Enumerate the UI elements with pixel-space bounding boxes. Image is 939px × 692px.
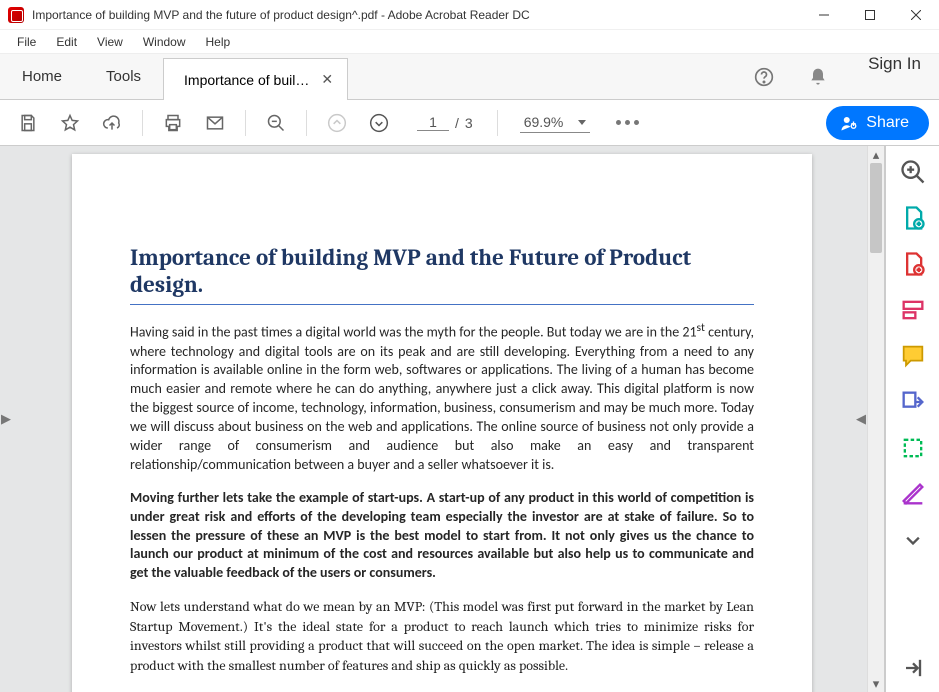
minimize-button[interactable] xyxy=(801,0,847,30)
save-icon[interactable] xyxy=(10,105,46,141)
zoom-select[interactable]: 69.9% xyxy=(520,112,590,133)
scroll-up-icon[interactable]: ▴ xyxy=(868,146,884,163)
collapse-panel-icon[interactable] xyxy=(899,654,927,682)
more-icon[interactable] xyxy=(610,105,646,141)
bell-icon[interactable] xyxy=(800,59,836,95)
menubar: File Edit View Window Help xyxy=(0,30,939,54)
tab-document-label: Importance of buil… xyxy=(184,72,309,88)
title-underline xyxy=(130,304,754,305)
window-title: Importance of building MVP and the futur… xyxy=(32,8,801,22)
vertical-scrollbar[interactable]: ▴ ▾ xyxy=(867,146,884,692)
menu-help[interactable]: Help xyxy=(197,33,240,51)
share-label: Share xyxy=(866,114,909,132)
window-controls xyxy=(801,0,939,30)
left-panel-toggle[interactable]: ▶ xyxy=(0,399,12,439)
doc-para-1: Having said in the past times a digital … xyxy=(130,321,754,475)
star-icon[interactable] xyxy=(52,105,88,141)
page-total: 3 xyxy=(465,115,473,131)
page-up-icon[interactable] xyxy=(319,105,355,141)
share-button[interactable]: Share xyxy=(826,106,929,140)
menu-window[interactable]: Window xyxy=(134,33,195,51)
page-down-icon[interactable] xyxy=(361,105,397,141)
tab-tools[interactable]: Tools xyxy=(84,54,163,99)
workspace: ▶ Importance of building MVP and the Fut… xyxy=(0,146,939,692)
close-button[interactable] xyxy=(893,0,939,30)
search-icon[interactable] xyxy=(258,105,294,141)
doc-para-3: Now lets understand what do we mean by a… xyxy=(130,597,754,675)
scroll-thumb[interactable] xyxy=(870,163,882,253)
page-sep: / xyxy=(455,115,459,131)
create-pdf-icon[interactable] xyxy=(899,250,927,278)
scroll-down-icon[interactable]: ▾ xyxy=(868,675,884,692)
titlebar: Importance of building MVP and the futur… xyxy=(0,0,939,30)
print-icon[interactable] xyxy=(155,105,191,141)
maximize-button[interactable] xyxy=(847,0,893,30)
chevron-down-icon[interactable] xyxy=(899,526,927,554)
page-indicator: / 3 xyxy=(417,114,473,131)
organize-pages-icon[interactable] xyxy=(899,434,927,462)
zoom-tool-icon[interactable] xyxy=(899,158,927,186)
doc-title: Importance of building MVP and the Futur… xyxy=(130,244,754,298)
menu-view[interactable]: View xyxy=(88,33,132,51)
tab-close-icon[interactable]: ✕ xyxy=(321,71,333,88)
zoom-value: 69.9% xyxy=(524,114,564,130)
edit-pdf-icon[interactable] xyxy=(899,296,927,324)
app-tabs: Home Tools Importance of buil… ✕ Sign In xyxy=(0,54,939,100)
help-icon[interactable] xyxy=(746,59,782,95)
page-input[interactable] xyxy=(417,114,449,131)
mail-icon[interactable] xyxy=(197,105,233,141)
menu-edit[interactable]: Edit xyxy=(47,33,86,51)
combine-files-icon[interactable] xyxy=(899,388,927,416)
comment-icon[interactable] xyxy=(899,342,927,370)
cloud-upload-icon[interactable] xyxy=(94,105,130,141)
sign-in-button[interactable]: Sign In xyxy=(850,54,939,99)
tab-home[interactable]: Home xyxy=(0,54,84,99)
export-pdf-icon[interactable] xyxy=(899,204,927,232)
right-panel-toggle[interactable]: ◀ xyxy=(855,399,867,439)
tab-document[interactable]: Importance of buil… ✕ xyxy=(163,58,348,100)
pdf-page: Importance of building MVP and the Futur… xyxy=(72,154,812,692)
redact-icon[interactable] xyxy=(899,480,927,508)
acrobat-icon xyxy=(8,7,24,23)
document-area[interactable]: ▶ Importance of building MVP and the Fut… xyxy=(0,146,885,692)
menu-file[interactable]: File xyxy=(8,33,45,51)
doc-para-2: Moving further lets take the example of … xyxy=(130,489,754,583)
right-tool-panel xyxy=(885,146,939,692)
chevron-down-icon xyxy=(578,120,586,125)
toolbar: / 3 69.9% Share xyxy=(0,100,939,146)
